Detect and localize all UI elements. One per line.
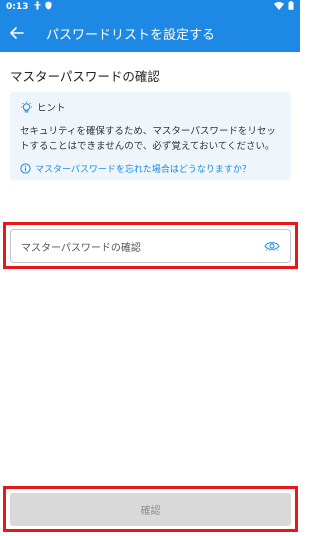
forgot-password-link[interactable]: マスターパスワードを忘れた場合はどうなりますか？ (20, 162, 281, 175)
accessibility-icon (34, 1, 41, 13)
confirm-button-label: 確認 (140, 506, 161, 517)
back-arrow-icon[interactable] (0, 14, 34, 52)
shield-icon (45, 1, 52, 13)
hint-header: ヒント (20, 100, 281, 114)
info-icon (20, 163, 31, 174)
status-bar: 0:13 (0, 0, 300, 14)
app-bar: パスワードリストを設定する (0, 14, 300, 52)
battery-icon (288, 1, 294, 13)
page-title: パスワードリストを設定する (46, 27, 216, 43)
forgot-password-link-text[interactable]: マスターパスワードを忘れた場合はどうなりますか？ (35, 162, 251, 175)
wifi-icon (274, 1, 284, 13)
hint-label: ヒント (37, 103, 66, 114)
confirm-password-placeholder[interactable]: マスターパスワードの確認 (21, 239, 264, 254)
lightbulb-icon (20, 101, 33, 114)
eye-icon[interactable] (264, 241, 280, 251)
confirm-password-field[interactable]: マスターパスワードの確認 (10, 229, 291, 263)
status-time: 0:13 (6, 2, 29, 12)
confirm-button[interactable]: 確認 (10, 493, 291, 526)
hint-card: ヒント セキュリティを確保するため、マスターパスワードをリセットすることはできま… (10, 92, 291, 180)
hint-body: セキュリティを確保するため、マスターパスワードをリセットすることはできませんので… (20, 126, 276, 152)
section-title: マスターパスワードの確認 (10, 69, 160, 84)
